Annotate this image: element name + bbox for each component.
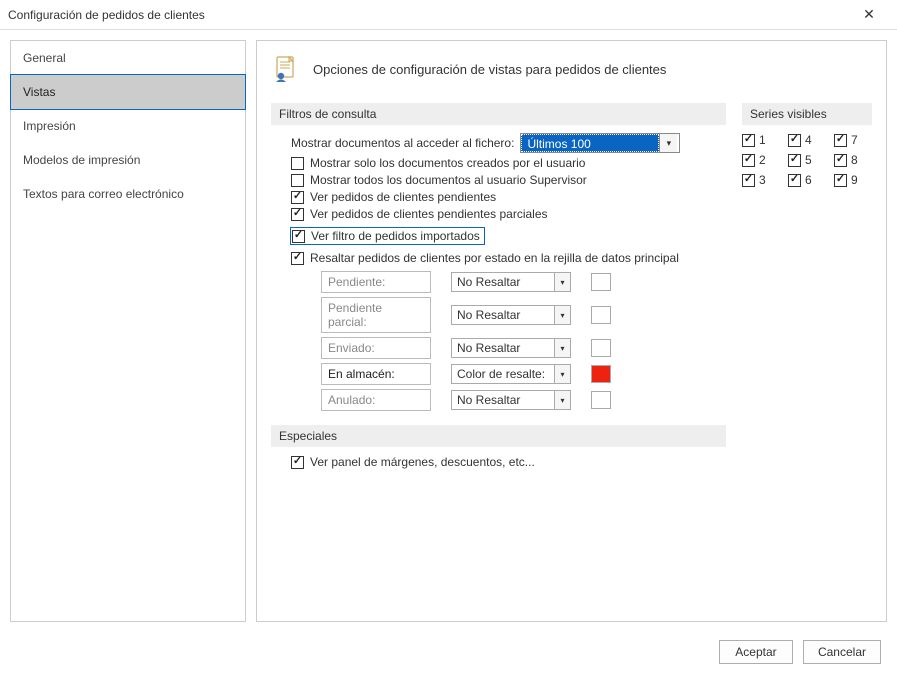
section-filters-title: Filtros de consulta [271,103,726,125]
series-item-1[interactable]: 1 [742,133,782,147]
state-select-en-almacen[interactable]: Color de resalte: ▾ [451,364,571,384]
check-label: Mostrar todos los documentos al usuario … [310,173,587,187]
sidebar: General Vistas Impresión Modelos de impr… [10,40,246,622]
main-panel: Opciones de configuración de vistas para… [256,40,887,622]
checkbox-icon [788,154,801,167]
checkbox-icon [291,252,304,265]
section-series-title: Series visibles [742,103,872,125]
check-label: Ver filtro de pedidos importados [311,229,480,243]
checkbox-icon [291,191,304,204]
state-select-pendiente[interactable]: No Resaltar ▾ [451,272,571,292]
series-item-6[interactable]: 6 [788,173,828,187]
chevron-down-icon: ▾ [554,365,570,383]
sidebar-item-impresion[interactable]: Impresión [11,109,245,143]
state-row-enviado: Enviado: No Resaltar ▾ [321,337,726,359]
check-margins-panel[interactable]: Ver panel de márgenes, descuentos, etc..… [271,455,726,469]
series-item-3[interactable]: 3 [742,173,782,187]
state-select-enviado[interactable]: No Resaltar ▾ [451,338,571,358]
check-label: Ver pedidos de clientes pendientes [310,190,496,204]
filters-column: Filtros de consulta Mostrar documentos a… [271,99,726,472]
state-row-pendiente: Pendiente: No Resaltar ▾ [321,271,726,293]
check-label: Resaltar pedidos de clientes por estado … [310,251,679,265]
cancel-button[interactable]: Cancelar [803,640,881,664]
check-label: Ver pedidos de clientes pendientes parci… [310,207,548,221]
checkbox-icon [834,134,847,147]
series-column: Series visibles 1 4 7 2 5 8 3 6 9 [742,99,872,187]
color-swatch[interactable] [591,339,611,357]
close-icon[interactable]: ✕ [849,1,889,29]
checkbox-icon [291,456,304,469]
checkbox-icon [788,134,801,147]
checkbox-icon [291,208,304,221]
state-row-anulado: Anulado: No Resaltar ▾ [321,389,726,411]
body: General Vistas Impresión Modelos de impr… [0,30,897,632]
sidebar-item-modelos[interactable]: Modelos de impresión [11,143,245,177]
series-item-2[interactable]: 2 [742,153,782,167]
checkbox-icon [742,154,755,167]
state-label: Anulado: [321,389,431,411]
doc-access-label: Mostrar documentos al acceder al fichero… [291,136,514,150]
check-supervisor-all[interactable]: Mostrar todos los documentos al usuario … [271,173,726,187]
sidebar-item-general[interactable]: General [11,41,245,75]
state-highlight-table: Pendiente: No Resaltar ▾ Pendiente parci… [321,271,726,411]
footer: Aceptar Cancelar [0,632,897,672]
doc-access-row: Mostrar documentos al acceder al fichero… [271,133,726,153]
accept-button[interactable]: Aceptar [719,640,793,664]
checkbox-icon [834,174,847,187]
panel-header: Opciones de configuración de vistas para… [271,51,872,87]
state-label: En almacén: [321,363,431,385]
chevron-down-icon: ▾ [554,306,570,324]
state-select-pendiente-parcial[interactable]: No Resaltar ▾ [451,305,571,325]
doc-access-select[interactable]: Últimos 100 ▾ [520,133,680,153]
color-swatch[interactable] [591,391,611,409]
chevron-down-icon: ▾ [659,134,677,152]
checkbox-icon [291,174,304,187]
sidebar-item-textos-correo[interactable]: Textos para correo electrónico [11,177,245,211]
series-item-9[interactable]: 9 [834,173,874,187]
doc-access-value: Últimos 100 [521,134,659,152]
check-created-by-user[interactable]: Mostrar solo los documentos creados por … [271,156,726,170]
series-item-7[interactable]: 7 [834,133,874,147]
color-swatch[interactable] [591,365,611,383]
check-highlight-by-state[interactable]: Resaltar pedidos de clientes por estado … [271,251,726,265]
series-item-4[interactable]: 4 [788,133,828,147]
chevron-down-icon: ▾ [554,339,570,357]
checkbox-icon [834,154,847,167]
checkbox-icon [742,134,755,147]
series-grid: 1 4 7 2 5 8 3 6 9 [742,133,872,187]
check-pending[interactable]: Ver pedidos de clientes pendientes [271,190,726,204]
check-label: Mostrar solo los documentos creados por … [310,156,585,170]
sidebar-item-vistas[interactable]: Vistas [10,74,246,110]
state-label: Enviado: [321,337,431,359]
checkbox-icon [291,157,304,170]
chevron-down-icon: ▾ [554,391,570,409]
state-row-pendiente-parcial: Pendiente parcial: No Resaltar ▾ [321,297,726,333]
chevron-down-icon: ▾ [554,273,570,291]
series-item-8[interactable]: 8 [834,153,874,167]
checkbox-icon [742,174,755,187]
window-title: Configuración de pedidos de clientes [8,8,849,22]
state-label: Pendiente parcial: [321,297,431,333]
color-swatch[interactable] [591,273,611,291]
check-imported-filter[interactable]: Ver filtro de pedidos importados [290,227,485,245]
state-select-anulado[interactable]: No Resaltar ▾ [451,390,571,410]
panel-title: Opciones de configuración de vistas para… [313,62,666,77]
checkbox-icon [292,230,305,243]
state-label: Pendiente: [321,271,431,293]
specials-section: Especiales Ver panel de márgenes, descue… [271,425,726,469]
checkbox-icon [788,174,801,187]
section-specials-title: Especiales [271,425,726,447]
titlebar: Configuración de pedidos de clientes ✕ [0,0,897,30]
document-person-icon [273,55,301,83]
color-swatch[interactable] [591,306,611,324]
check-pending-partial[interactable]: Ver pedidos de clientes pendientes parci… [271,207,726,221]
check-label: Ver panel de márgenes, descuentos, etc..… [310,455,535,469]
series-item-5[interactable]: 5 [788,153,828,167]
state-row-en-almacen: En almacén: Color de resalte: ▾ [321,363,726,385]
